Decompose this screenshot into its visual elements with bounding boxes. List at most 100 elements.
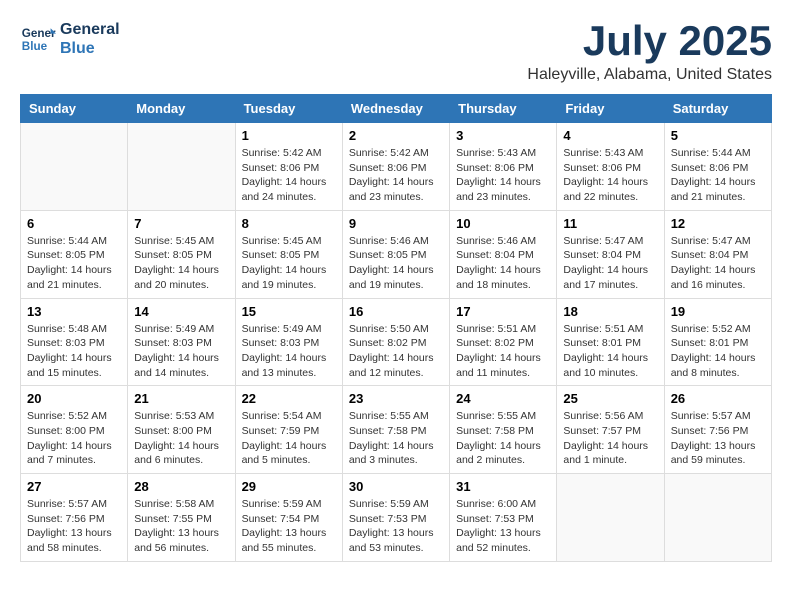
day-info: Sunrise: 5:49 AM Sunset: 8:03 PM Dayligh… bbox=[134, 322, 228, 381]
day-number: 4 bbox=[563, 128, 657, 143]
calendar-cell: 25 Sunrise: 5:56 AM Sunset: 7:57 PM Dayli… bbox=[557, 386, 664, 474]
calendar-cell: 27 Sunrise: 5:57 AM Sunset: 7:56 PM Dayli… bbox=[21, 474, 128, 562]
day-number: 8 bbox=[242, 216, 336, 231]
day-info: Sunrise: 5:46 AM Sunset: 8:05 PM Dayligh… bbox=[349, 234, 443, 293]
logo-line1: General bbox=[60, 20, 120, 39]
day-number: 7 bbox=[134, 216, 228, 231]
calendar-cell: 12 Sunrise: 5:47 AM Sunset: 8:04 PM Dayli… bbox=[664, 210, 771, 298]
day-info: Sunrise: 5:59 AM Sunset: 7:53 PM Dayligh… bbox=[349, 497, 443, 556]
month-title: July 2025 bbox=[527, 20, 772, 62]
day-info: Sunrise: 5:54 AM Sunset: 7:59 PM Dayligh… bbox=[242, 409, 336, 468]
week-row-5: 27 Sunrise: 5:57 AM Sunset: 7:56 PM Dayli… bbox=[21, 474, 772, 562]
day-info: Sunrise: 5:53 AM Sunset: 8:00 PM Dayligh… bbox=[134, 409, 228, 468]
day-info: Sunrise: 5:49 AM Sunset: 8:03 PM Dayligh… bbox=[242, 322, 336, 381]
day-info: Sunrise: 5:56 AM Sunset: 7:57 PM Dayligh… bbox=[563, 409, 657, 468]
calendar-cell: 7 Sunrise: 5:45 AM Sunset: 8:05 PM Daylig… bbox=[128, 210, 235, 298]
day-number: 13 bbox=[27, 304, 121, 319]
calendar-cell: 19 Sunrise: 5:52 AM Sunset: 8:01 PM Dayli… bbox=[664, 298, 771, 386]
day-number: 9 bbox=[349, 216, 443, 231]
day-info: Sunrise: 5:51 AM Sunset: 8:02 PM Dayligh… bbox=[456, 322, 550, 381]
day-info: Sunrise: 5:47 AM Sunset: 8:04 PM Dayligh… bbox=[671, 234, 765, 293]
day-info: Sunrise: 5:57 AM Sunset: 7:56 PM Dayligh… bbox=[671, 409, 765, 468]
day-info: Sunrise: 5:55 AM Sunset: 7:58 PM Dayligh… bbox=[349, 409, 443, 468]
calendar-cell: 18 Sunrise: 5:51 AM Sunset: 8:01 PM Dayli… bbox=[557, 298, 664, 386]
day-number: 18 bbox=[563, 304, 657, 319]
day-info: Sunrise: 5:44 AM Sunset: 8:05 PM Dayligh… bbox=[27, 234, 121, 293]
day-number: 31 bbox=[456, 479, 550, 494]
calendar-cell: 10Sunrise: 5:46 AM Sunset: 8:04 PM Dayli… bbox=[450, 210, 557, 298]
day-info: Sunrise: 5:52 AM Sunset: 8:01 PM Dayligh… bbox=[671, 322, 765, 381]
calendar-cell bbox=[21, 123, 128, 211]
weekday-header-sunday: Sunday bbox=[21, 95, 128, 123]
calendar-cell: 4Sunrise: 5:43 AM Sunset: 8:06 PM Daylig… bbox=[557, 123, 664, 211]
day-number: 28 bbox=[134, 479, 228, 494]
day-info: Sunrise: 6:00 AM Sunset: 7:53 PM Dayligh… bbox=[456, 497, 550, 556]
day-info: Sunrise: 5:42 AM Sunset: 8:06 PM Dayligh… bbox=[349, 146, 443, 205]
day-number: 12 bbox=[671, 216, 765, 231]
day-info: Sunrise: 5:44 AM Sunset: 8:06 PM Dayligh… bbox=[671, 146, 765, 205]
day-number: 27 bbox=[27, 479, 121, 494]
calendar-cell: 31 Sunrise: 6:00 AM Sunset: 7:53 PM Dayli… bbox=[450, 474, 557, 562]
day-number: 20 bbox=[27, 391, 121, 406]
weekday-header-tuesday: Tuesday bbox=[235, 95, 342, 123]
calendar-cell bbox=[664, 474, 771, 562]
day-number: 19 bbox=[671, 304, 765, 319]
calendar-cell: 29Sunrise: 5:59 AM Sunset: 7:54 PM Dayli… bbox=[235, 474, 342, 562]
calendar-cell: 28 Sunrise: 5:58 AM Sunset: 7:55 PM Dayli… bbox=[128, 474, 235, 562]
day-info: Sunrise: 5:47 AM Sunset: 8:04 PM Dayligh… bbox=[563, 234, 657, 293]
day-info: Sunrise: 5:43 AM Sunset: 8:06 PM Dayligh… bbox=[456, 146, 550, 205]
day-number: 23 bbox=[349, 391, 443, 406]
logo-line2: Blue bbox=[60, 39, 120, 58]
day-number: 3 bbox=[456, 128, 550, 143]
weekday-header-monday: Monday bbox=[128, 95, 235, 123]
week-row-3: 13 Sunrise: 5:48 AM Sunset: 8:03 PM Dayli… bbox=[21, 298, 772, 386]
day-number: 24 bbox=[456, 391, 550, 406]
weekday-header-saturday: Saturday bbox=[664, 95, 771, 123]
day-number: 22 bbox=[242, 391, 336, 406]
calendar-cell: 8 Sunrise: 5:45 AM Sunset: 8:05 PM Daylig… bbox=[235, 210, 342, 298]
calendar-cell: 15Sunrise: 5:49 AM Sunset: 8:03 PM Dayli… bbox=[235, 298, 342, 386]
day-info: Sunrise: 5:59 AM Sunset: 7:54 PM Dayligh… bbox=[242, 497, 336, 556]
day-info: Sunrise: 5:48 AM Sunset: 8:03 PM Dayligh… bbox=[27, 322, 121, 381]
calendar-cell: 21 Sunrise: 5:53 AM Sunset: 8:00 PM Dayli… bbox=[128, 386, 235, 474]
day-number: 2 bbox=[349, 128, 443, 143]
calendar-cell: 30 Sunrise: 5:59 AM Sunset: 7:53 PM Dayli… bbox=[342, 474, 449, 562]
week-row-4: 20 Sunrise: 5:52 AM Sunset: 8:00 PM Dayli… bbox=[21, 386, 772, 474]
day-info: Sunrise: 5:45 AM Sunset: 8:05 PM Dayligh… bbox=[134, 234, 228, 293]
day-info: Sunrise: 5:52 AM Sunset: 8:00 PM Dayligh… bbox=[27, 409, 121, 468]
day-number: 26 bbox=[671, 391, 765, 406]
calendar-cell: 13 Sunrise: 5:48 AM Sunset: 8:03 PM Dayli… bbox=[21, 298, 128, 386]
calendar-cell: 24Sunrise: 5:55 AM Sunset: 7:58 PM Dayli… bbox=[450, 386, 557, 474]
calendar-cell: 22 Sunrise: 5:54 AM Sunset: 7:59 PM Dayli… bbox=[235, 386, 342, 474]
day-info: Sunrise: 5:57 AM Sunset: 7:56 PM Dayligh… bbox=[27, 497, 121, 556]
day-number: 6 bbox=[27, 216, 121, 231]
day-number: 16 bbox=[349, 304, 443, 319]
title-block: July 2025 Haleyville, Alabama, United St… bbox=[527, 20, 772, 84]
day-number: 10 bbox=[456, 216, 550, 231]
day-number: 21 bbox=[134, 391, 228, 406]
day-info: Sunrise: 5:45 AM Sunset: 8:05 PM Dayligh… bbox=[242, 234, 336, 293]
weekday-header-thursday: Thursday bbox=[450, 95, 557, 123]
day-number: 1 bbox=[242, 128, 336, 143]
calendar-cell bbox=[128, 123, 235, 211]
day-info: Sunrise: 5:58 AM Sunset: 7:55 PM Dayligh… bbox=[134, 497, 228, 556]
day-info: Sunrise: 5:42 AM Sunset: 8:06 PM Dayligh… bbox=[242, 146, 336, 205]
day-number: 5 bbox=[671, 128, 765, 143]
location-title: Haleyville, Alabama, United States bbox=[527, 66, 772, 84]
week-row-2: 6 Sunrise: 5:44 AM Sunset: 8:05 PM Daylig… bbox=[21, 210, 772, 298]
logo-icon: General Blue bbox=[20, 21, 56, 57]
day-info: Sunrise: 5:51 AM Sunset: 8:01 PM Dayligh… bbox=[563, 322, 657, 381]
calendar-cell: 2 Sunrise: 5:42 AM Sunset: 8:06 PM Daylig… bbox=[342, 123, 449, 211]
week-row-1: 1 Sunrise: 5:42 AM Sunset: 8:06 PM Daylig… bbox=[21, 123, 772, 211]
calendar-table: SundayMondayTuesdayWednesdayThursdayFrid… bbox=[20, 94, 772, 562]
day-number: 30 bbox=[349, 479, 443, 494]
weekday-header-wednesday: Wednesday bbox=[342, 95, 449, 123]
weekday-header-row: SundayMondayTuesdayWednesdayThursdayFrid… bbox=[21, 95, 772, 123]
calendar-cell: 1 Sunrise: 5:42 AM Sunset: 8:06 PM Daylig… bbox=[235, 123, 342, 211]
calendar-cell: 16Sunrise: 5:50 AM Sunset: 8:02 PM Dayli… bbox=[342, 298, 449, 386]
day-number: 25 bbox=[563, 391, 657, 406]
logo: General Blue General Blue bbox=[20, 20, 120, 58]
calendar-cell: 11Sunrise: 5:47 AM Sunset: 8:04 PM Dayli… bbox=[557, 210, 664, 298]
svg-text:Blue: Blue bbox=[22, 40, 48, 53]
calendar-cell: 26 Sunrise: 5:57 AM Sunset: 7:56 PM Dayli… bbox=[664, 386, 771, 474]
